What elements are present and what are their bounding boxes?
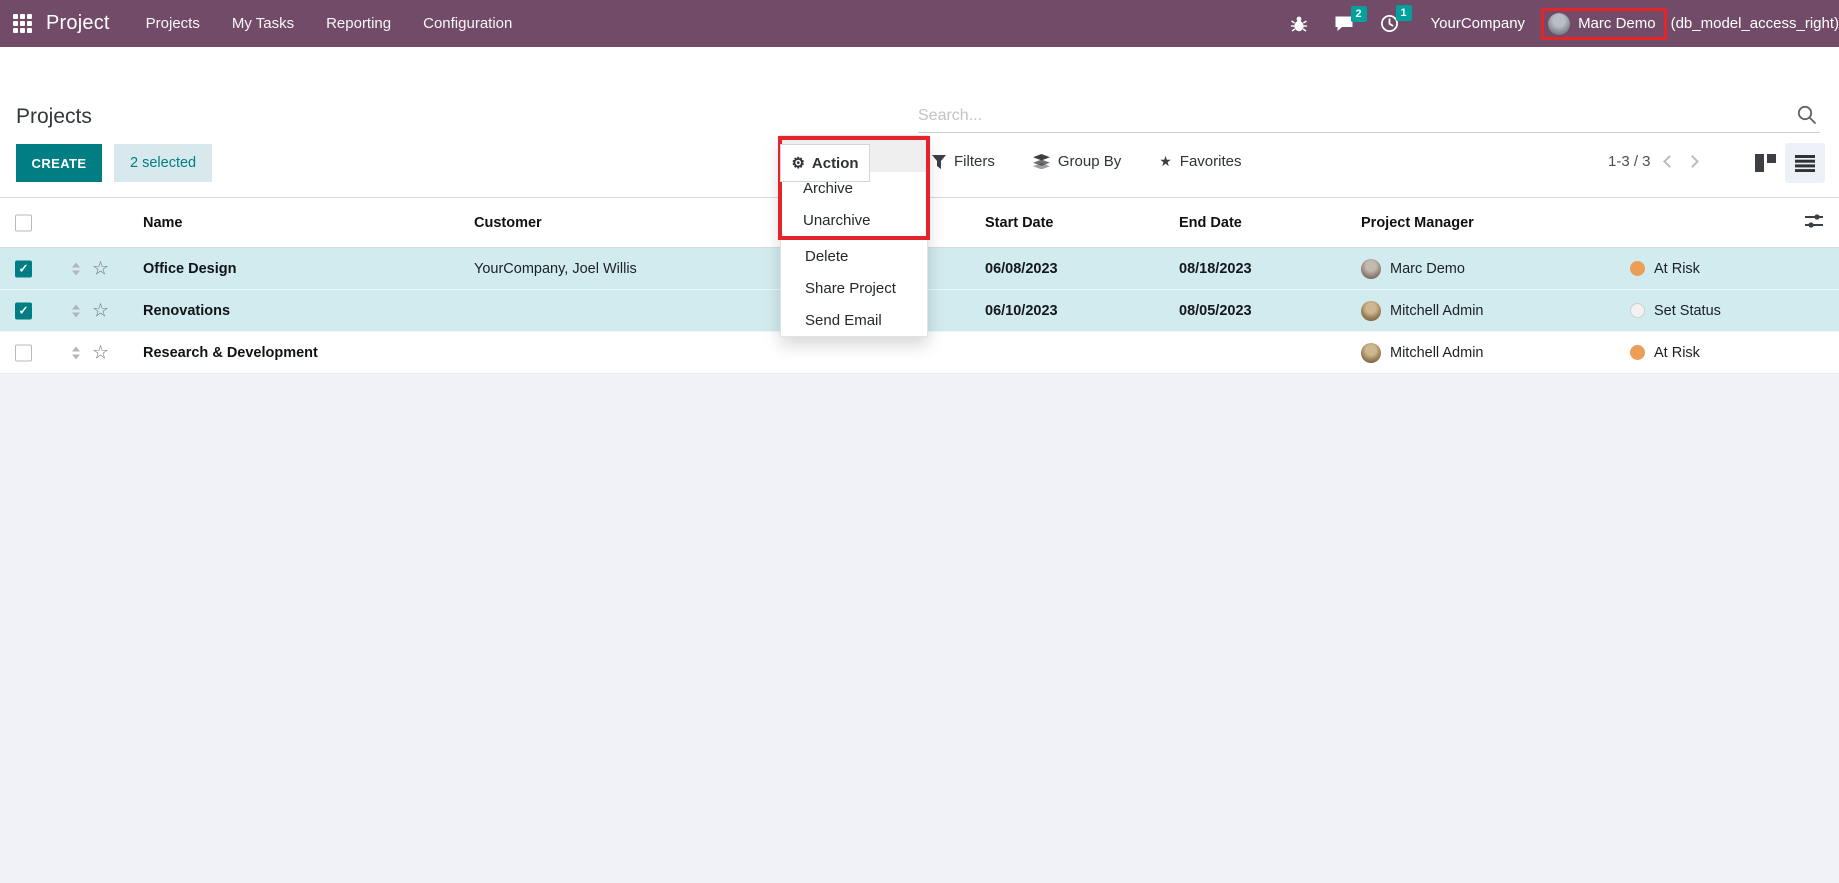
user-name: Marc Demo [1578, 15, 1656, 32]
project-end-date: 08/05/2023 [1179, 303, 1252, 319]
favorite-star-icon[interactable]: ☆ [92, 258, 109, 279]
menu-item-unarchive[interactable]: Unarchive [782, 204, 926, 236]
menu-my-tasks[interactable]: My Tasks [232, 15, 294, 32]
app-name[interactable]: Project [46, 12, 110, 35]
project-status: At Risk [1630, 261, 1700, 277]
navbar-right: 2 1 YourCompany Marc Demo (db_model_acce… [1290, 8, 1839, 40]
main-menu: Projects My Tasks Reporting Configuratio… [146, 15, 513, 32]
column-header-end-date[interactable]: End Date [1179, 215, 1242, 231]
project-name[interactable]: Office Design [143, 261, 236, 277]
favorite-star-icon[interactable]: ☆ [92, 342, 109, 363]
group-by-button[interactable]: Group By [1033, 153, 1121, 170]
column-header-name[interactable]: Name [143, 215, 183, 231]
manager-name: Marc Demo [1390, 261, 1465, 277]
manager-name: Mitchell Admin [1390, 303, 1483, 319]
menu-item-delete[interactable]: Delete [781, 240, 927, 272]
drag-handle-icon[interactable] [72, 346, 80, 359]
project-name[interactable]: Research & Development [143, 345, 318, 361]
filters-label: Filters [954, 153, 995, 170]
gear-icon: ⚙ [791, 154, 804, 172]
search-filter-bar: Filters Group By ★ Favorites [932, 153, 1241, 170]
status-dot[interactable] [1630, 303, 1645, 318]
manager-avatar [1361, 301, 1381, 321]
table-row[interactable]: ☆ Research & Development Mitchell Admin … [0, 332, 1839, 374]
star-icon: ★ [1159, 153, 1172, 170]
project-start-date: 06/10/2023 [985, 303, 1058, 319]
group-by-label: Group By [1058, 153, 1121, 170]
menu-item-send-email[interactable]: Send Email [781, 304, 927, 336]
status-dot[interactable] [1630, 345, 1645, 360]
favorites-button[interactable]: ★ Favorites [1159, 153, 1241, 170]
manager-name: Mitchell Admin [1390, 345, 1483, 361]
selected-count-badge[interactable]: 2 selected [114, 144, 212, 182]
menu-configuration[interactable]: Configuration [423, 15, 512, 32]
project-manager: Mitchell Admin [1361, 343, 1483, 363]
project-end-date: 08/18/2023 [1179, 261, 1252, 277]
status-dot[interactable] [1630, 261, 1645, 276]
favorites-label: Favorites [1180, 153, 1242, 170]
create-button[interactable]: CREATE [16, 144, 102, 182]
status-label: At Risk [1654, 261, 1700, 277]
project-name[interactable]: Renovations [143, 303, 230, 319]
project-status: Set Status [1630, 303, 1721, 319]
column-header-start-date[interactable]: Start Date [985, 215, 1054, 231]
status-label: Set Status [1654, 303, 1721, 319]
optional-columns-icon[interactable] [1804, 211, 1824, 235]
list-view-button[interactable] [1785, 143, 1825, 183]
apps-grid-icon[interactable] [13, 14, 32, 33]
project-status: At Risk [1630, 345, 1700, 361]
pager-next-icon[interactable] [1686, 155, 1699, 168]
favorite-star-icon[interactable]: ☆ [92, 300, 109, 321]
menu-projects[interactable]: Projects [146, 15, 200, 32]
top-navbar: Project Projects My Tasks Reporting Conf… [0, 0, 1839, 47]
row-checkbox[interactable] [15, 344, 32, 361]
company-switcher[interactable]: YourCompany [1431, 15, 1526, 32]
manager-avatar [1361, 343, 1381, 363]
activities-clock-icon[interactable]: 1 [1380, 14, 1399, 33]
search-input[interactable] [918, 100, 1820, 133]
odoo-project-screen: Project Projects My Tasks Reporting Conf… [0, 0, 1839, 883]
database-name: (db_model_access_right) [1671, 15, 1839, 32]
kanban-icon [1755, 154, 1776, 172]
manager-avatar [1361, 259, 1381, 279]
messages-badge: 2 [1351, 6, 1367, 22]
project-manager: Mitchell Admin [1361, 301, 1483, 321]
column-header-project-manager[interactable]: Project Manager [1361, 215, 1474, 231]
debug-bug-icon[interactable] [1290, 15, 1308, 33]
pager-range: 1-3 / 3 [1608, 153, 1651, 170]
menu-reporting[interactable]: Reporting [326, 15, 391, 32]
action-label: Action [812, 155, 859, 172]
page-title: Projects [16, 105, 92, 129]
project-manager: Marc Demo [1361, 259, 1465, 279]
drag-handle-icon[interactable] [72, 304, 80, 317]
column-header-customer[interactable]: Customer [474, 215, 542, 231]
funnel-icon [932, 155, 946, 169]
list-icon [1795, 155, 1815, 172]
project-customer: YourCompany, Joel Willis [474, 261, 637, 277]
view-switcher [1745, 143, 1825, 183]
user-avatar [1548, 13, 1570, 35]
status-label: At Risk [1654, 345, 1700, 361]
user-menu-annotation[interactable]: Marc Demo [1541, 8, 1667, 40]
kanban-view-button[interactable] [1745, 143, 1785, 183]
activities-badge: 1 [1396, 5, 1412, 21]
messages-icon[interactable]: 2 [1334, 15, 1354, 33]
row-checkbox[interactable]: ✓ [15, 260, 32, 277]
project-start-date: 06/08/2023 [985, 261, 1058, 277]
layers-icon [1033, 154, 1050, 169]
pager: 1-3 / 3 [1608, 153, 1697, 170]
menu-item-share-project[interactable]: Share Project [781, 272, 927, 304]
action-button[interactable]: ⚙ Action [780, 144, 870, 182]
search-icon[interactable] [1796, 104, 1818, 131]
drag-handle-icon[interactable] [72, 262, 80, 275]
row-checkbox[interactable]: ✓ [15, 302, 32, 319]
search-box [918, 100, 1820, 133]
pager-previous-icon[interactable] [1663, 155, 1676, 168]
filters-button[interactable]: Filters [932, 153, 995, 170]
select-all-checkbox[interactable] [15, 214, 32, 231]
